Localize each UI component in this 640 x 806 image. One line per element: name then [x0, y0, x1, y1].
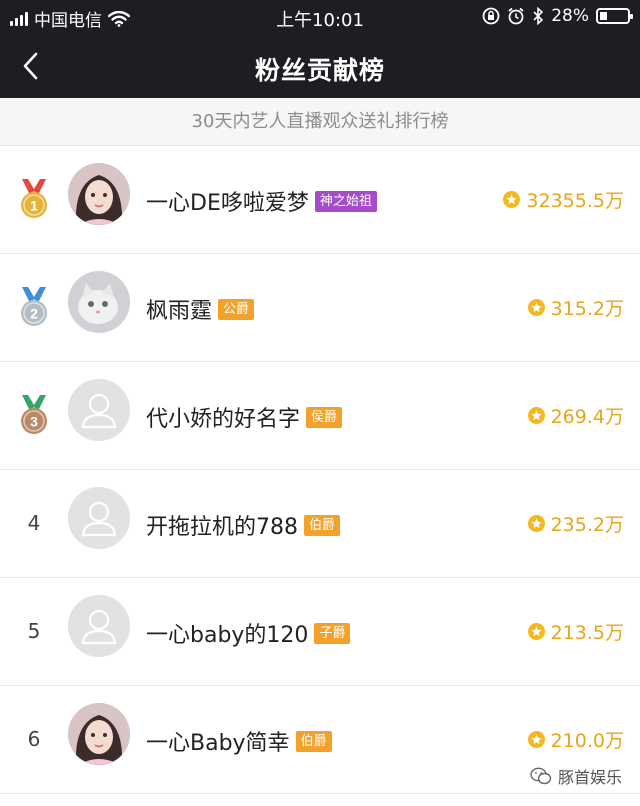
medal-number: 3	[30, 414, 38, 430]
rank-title-badge: 侯爵	[306, 406, 343, 428]
default-avatar-icon	[68, 487, 130, 549]
contribution-score: 32355.5万	[503, 186, 624, 213]
avatar[interactable]	[68, 595, 130, 657]
medal-silver-icon: 2	[14, 284, 54, 330]
page-title: 粉丝贡献榜	[254, 56, 385, 85]
user-name-group: 枫雨霆 公爵	[146, 293, 255, 325]
status-right: 28%	[482, 6, 633, 26]
status-bar: 中国电信 上午10:01 28%	[0, 0, 640, 34]
score-value: 210.0万	[550, 730, 624, 752]
battery-percent: 28%	[551, 6, 589, 26]
medal-gold-icon: 1	[14, 176, 54, 222]
watermark: 豚首娱乐	[523, 762, 628, 790]
ranking-row[interactable]: 2 枫雨霆 公爵 315.2万	[0, 254, 640, 362]
score-value: 235.2万	[550, 514, 624, 536]
rank-title-badge: 伯爵	[295, 730, 332, 752]
score-value: 269.4万	[550, 406, 624, 428]
battery-icon	[596, 8, 633, 24]
alarm-icon	[508, 7, 524, 25]
avatar-photo	[68, 163, 130, 225]
user-name-group: 开拖拉机的788 伯爵	[146, 509, 341, 541]
avatar[interactable]	[68, 379, 130, 441]
contribution-score: 210.0万	[527, 726, 624, 753]
user-name-group: 一心baby的120 子爵	[146, 617, 351, 649]
user-name: 一心DE哆啦爱梦	[146, 191, 309, 216]
rank-title-badge: 子爵	[314, 622, 351, 644]
star-coin-icon	[527, 299, 545, 316]
orientation-lock-icon	[482, 7, 500, 25]
star-coin-icon	[527, 515, 545, 532]
user-name: 开拖拉机的788	[146, 515, 298, 540]
ranking-row[interactable]: 3 代小娇的好名字 侯爵 269.4万	[0, 362, 640, 470]
star-coin-icon	[527, 731, 545, 748]
contribution-score: 315.2万	[527, 294, 624, 321]
default-avatar-icon	[68, 595, 130, 657]
ranking-list: 1 一心DE哆啦爱梦 神之始祖 32355.5万 2 枫雨霆 公爵 315.2万 3 代小娇的好名…	[0, 146, 640, 794]
score-value: 32355.5万	[526, 190, 624, 212]
contribution-score: 269.4万	[527, 402, 624, 429]
user-name-group: 一心DE哆啦爱梦 神之始祖	[146, 185, 377, 217]
rank-title-badge: 公爵	[218, 298, 255, 320]
rank-number: 4	[27, 511, 41, 535]
star-coin-icon	[503, 191, 521, 208]
default-avatar-icon	[68, 379, 130, 441]
rank-title-badge: 伯爵	[304, 514, 341, 536]
rank-number: 5	[27, 619, 41, 643]
ranking-row[interactable]: 1 一心DE哆啦爱梦 神之始祖 32355.5万	[0, 146, 640, 254]
avatar-photo	[68, 271, 130, 333]
medal-bronze-icon: 3	[14, 392, 54, 438]
rank-title-badge: 神之始祖	[314, 190, 377, 212]
user-name: 代小娇的好名字	[146, 407, 301, 432]
avatar[interactable]	[68, 703, 130, 765]
contribution-score: 213.5万	[527, 618, 624, 645]
contribution-score: 235.2万	[527, 510, 624, 537]
watermark-text: 豚首娱乐	[557, 768, 622, 787]
page-subtitle: 30天内艺人直播观众送礼排行榜	[0, 98, 640, 146]
user-name-group: 代小娇的好名字 侯爵	[146, 401, 343, 433]
star-coin-icon	[527, 407, 545, 424]
user-name-group: 一心Baby简幸 伯爵	[146, 725, 332, 757]
avatar-photo	[68, 703, 130, 765]
rank-number: 6	[27, 727, 41, 751]
user-name: 枫雨霆	[146, 299, 213, 324]
nav-bar: 粉丝贡献榜	[0, 34, 640, 98]
avatar[interactable]	[68, 163, 130, 225]
ranking-row[interactable]: 5 一心baby的120 子爵 213.5万	[0, 578, 640, 686]
avatar[interactable]	[68, 487, 130, 549]
bluetooth-icon	[533, 7, 544, 25]
user-name: 一心Baby简幸	[146, 731, 290, 756]
score-value: 315.2万	[550, 298, 624, 320]
user-name: 一心baby的120	[146, 623, 309, 648]
avatar[interactable]	[68, 271, 130, 333]
medal-number: 1	[30, 198, 38, 214]
medal-number: 2	[30, 306, 38, 322]
score-value: 213.5万	[550, 622, 624, 644]
star-coin-icon	[527, 623, 545, 640]
wechat-icon	[530, 767, 552, 785]
ranking-row[interactable]: 4 开拖拉机的788 伯爵 235.2万	[0, 470, 640, 578]
